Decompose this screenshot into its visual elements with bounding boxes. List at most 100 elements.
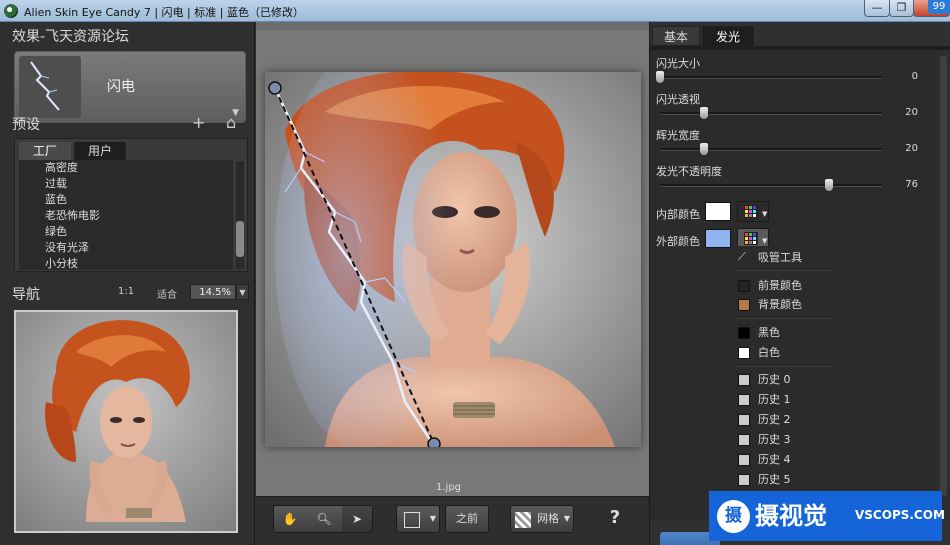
flash-perspective-value[interactable]: 20 [888, 107, 918, 118]
history-swatch [738, 454, 750, 466]
slider-thumb[interactable] [700, 107, 709, 119]
chevron-down-icon[interactable]: ▼ [427, 506, 439, 532]
app-eye-icon [4, 4, 18, 18]
bg-swatch-group: ▼ [396, 505, 440, 533]
menu-item-foreground[interactable]: 前景颜色 [736, 277, 836, 295]
tab-user[interactable]: 用户 [74, 142, 126, 160]
menu-item-label: 历史 3 [758, 433, 791, 446]
history-swatch [738, 374, 750, 386]
glow-opacity-value[interactable]: 76 [888, 179, 918, 190]
menu-item-label: 历史 4 [758, 453, 791, 466]
menu-item-label: 吸管工具 [758, 251, 802, 264]
hand-tool-icon[interactable]: ✋ [274, 506, 306, 532]
tab-glow[interactable]: 发光 [702, 26, 754, 46]
help-icon[interactable]: ? [598, 505, 632, 531]
chevron-down-icon[interactable]: ▼ [561, 506, 573, 532]
canvas-area[interactable]: 1.jpg [256, 22, 649, 496]
menu-item-background[interactable]: 背景颜色 [736, 296, 836, 314]
preview-image[interactable] [265, 72, 641, 447]
menu-item-history[interactable]: 历史 5 [736, 471, 836, 489]
title-bar: Alien Skin Eye Candy 7 | 闪电 | 标准 | 蓝色（已修… [0, 0, 950, 22]
navigator-preview[interactable] [14, 310, 238, 533]
pointer-tool-icon[interactable]: ➤ [342, 506, 372, 532]
param-label-flash-size: 闪光大小 [656, 57, 700, 70]
preset-scrollbar[interactable] [236, 161, 244, 269]
watermark-logo: 摄 [717, 500, 750, 533]
flash-size-slider[interactable] [656, 71, 882, 83]
lightning-thumbnail [19, 56, 81, 118]
menu-divider [736, 270, 832, 271]
before-button[interactable]: 之前 [446, 506, 488, 532]
history-swatch [738, 394, 750, 406]
menu-item-history[interactable]: 历史 4 [736, 451, 836, 469]
menu-item-history[interactable]: 历史 3 [736, 431, 836, 449]
scroll-thumb[interactable] [940, 56, 947, 496]
grid-group: 网格 ▼ [510, 505, 574, 533]
glow-width-value[interactable]: 20 [888, 143, 918, 154]
effect-heading: 效果-飞天资源论坛 [12, 29, 130, 45]
flash-size-value[interactable]: 0 [888, 71, 918, 82]
zoom-fit-button[interactable]: 适合 [157, 286, 177, 301]
menu-item-white[interactable]: 白色 [736, 344, 836, 362]
preset-box: 工厂 用户 高密度 过载 蓝色 老恐怖电影 绿色 没有光泽 小分枝 [14, 138, 248, 272]
zoom-1to1-button[interactable]: 1:1 [118, 286, 134, 297]
menu-item-black[interactable]: 黑色 [736, 324, 836, 342]
effect-selector[interactable]: 闪电 ▼ [14, 51, 246, 123]
minimize-button[interactable]: — [864, 0, 890, 17]
list-item[interactable]: 小分枝 [19, 256, 233, 270]
tab-factory[interactable]: 工厂 [19, 142, 71, 160]
list-item[interactable]: 高密度 [19, 160, 233, 176]
glow-width-slider[interactable] [660, 143, 882, 155]
menu-item-eyedropper[interactable]: ⟋ 吸管工具 [736, 249, 836, 267]
list-item[interactable]: 老恐怖电影 [19, 208, 233, 224]
menu-item-history[interactable]: 历史 0 [736, 371, 836, 389]
glow-opacity-slider[interactable] [660, 179, 882, 191]
tab-basic[interactable]: 基本 [652, 26, 700, 46]
param-label-glow-opacity: 发光不透明度 [656, 165, 722, 178]
checker-icon[interactable] [511, 506, 535, 532]
menu-item-history[interactable]: 历史 2 [736, 411, 836, 429]
history-swatch [738, 414, 750, 426]
slider-thumb[interactable] [656, 71, 664, 83]
square-icon[interactable] [397, 506, 427, 532]
outer-color-swatch[interactable] [705, 229, 731, 248]
home-icon[interactable]: ⌂ [226, 115, 236, 131]
param-label-flash-perspective: 闪光透视 [656, 93, 700, 106]
menu-item-history[interactable]: 历史 1 [736, 391, 836, 409]
zoom-tool-icon[interactable]: 🔍︎ [308, 506, 340, 532]
scroll-thumb[interactable] [236, 221, 244, 257]
canvas-top-bar [256, 22, 649, 30]
menu-item-label: 历史 1 [758, 393, 791, 406]
slider-thumb[interactable] [700, 143, 709, 155]
add-preset-icon[interactable]: + [192, 115, 205, 131]
presets-heading: 预设 [12, 117, 40, 133]
menu-item-label: 白色 [758, 346, 780, 359]
navigator-heading: 导航 [12, 287, 40, 303]
right-panel: 基本 发光 闪光大小 0 闪光透视 20 辉光宽度 20 发光不透明度 76 内… [649, 22, 950, 545]
list-item[interactable]: 绿色 [19, 224, 233, 240]
settings-scrollbar[interactable] [937, 50, 950, 520]
notification-badge: 99 [928, 0, 950, 14]
outer-color-label: 外部颜色 [656, 235, 700, 248]
watermark-name: 摄视觉 [755, 502, 827, 530]
slider-thumb[interactable] [824, 179, 833, 191]
list-item[interactable]: 过载 [19, 176, 233, 192]
inner-color-swatch[interactable] [705, 202, 731, 221]
list-item[interactable]: 没有光泽 [19, 240, 233, 256]
grid-button[interactable]: 网格 [535, 506, 561, 532]
flash-perspective-slider[interactable] [660, 107, 882, 119]
window-title: Alien Skin Eye Candy 7 | 闪电 | 标准 | 蓝色（已修… [24, 6, 304, 19]
preset-list: 高密度 过载 蓝色 老恐怖电影 绿色 没有光泽 小分枝 [19, 160, 233, 270]
inner-color-picker-button[interactable]: ▼ [737, 201, 769, 222]
maximize-button[interactable]: ❐ [889, 0, 914, 17]
menu-item-label: 历史 5 [758, 473, 791, 486]
menu-item-label: 历史 0 [758, 373, 791, 386]
chevron-down-icon[interactable]: ▼ [236, 284, 249, 300]
list-item[interactable]: 蓝色 [19, 192, 233, 208]
eyedropper-icon: ⟋ [738, 250, 746, 263]
eye-candy-window: Alien Skin Eye Candy 7 | 闪电 | 标准 | 蓝色（已修… [0, 0, 950, 545]
menu-item-label: 黑色 [758, 326, 780, 339]
filename-label: 1.jpg [436, 482, 462, 493]
inner-color-label: 内部颜色 [656, 208, 700, 221]
zoom-field[interactable]: 14.5% [190, 284, 236, 300]
